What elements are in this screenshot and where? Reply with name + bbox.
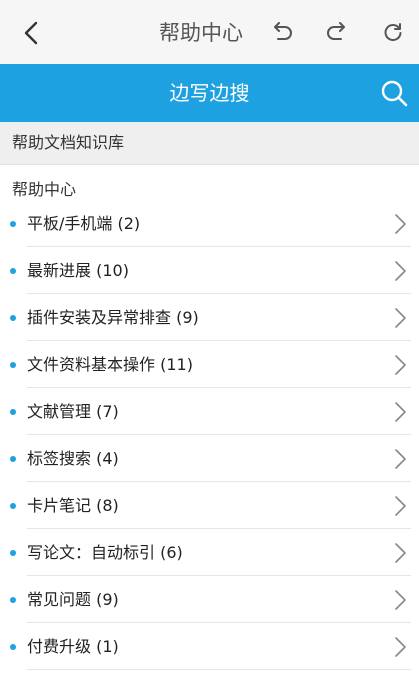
bullet-icon xyxy=(10,503,16,509)
bullet-icon xyxy=(10,362,16,368)
chevron-right-icon xyxy=(395,308,406,328)
bullet-icon xyxy=(10,315,16,321)
back-button[interactable] xyxy=(14,16,48,50)
list-item[interactable]: 常见问题 (9) xyxy=(0,576,419,623)
bullet-icon xyxy=(10,268,16,274)
list-item-label: 标签搜索 (4) xyxy=(27,449,119,468)
chevron-right-icon xyxy=(395,496,406,516)
undo-button[interactable] xyxy=(265,16,299,50)
chevron-right-icon xyxy=(395,402,406,422)
list-item[interactable]: 标签搜索 (4) xyxy=(0,435,419,482)
chevron-right-icon xyxy=(395,261,406,281)
list-item-label: 常见问题 (9) xyxy=(27,590,119,609)
section-title: 帮助文档知识库 xyxy=(12,133,125,152)
top-bar: 帮助中心 xyxy=(0,0,419,64)
search-icon xyxy=(381,80,408,107)
refresh-icon xyxy=(384,23,402,42)
list-item[interactable]: 文献管理 (7) xyxy=(0,388,419,435)
list-item-label: 卡片笔记 (8) xyxy=(27,496,119,515)
list-item-label: 插件安装及异常排查 (9) xyxy=(27,308,199,327)
list-item-label: 写论文：自动标引 (6) xyxy=(27,543,183,562)
list-item-label: 付费升级 (1) xyxy=(27,637,119,656)
chevron-right-icon xyxy=(395,637,406,657)
list-item-label: 文献管理 (7) xyxy=(27,402,119,421)
bullet-icon xyxy=(10,644,16,650)
bullet-icon xyxy=(10,221,16,227)
divider xyxy=(27,669,411,670)
group-title: 帮助中心 xyxy=(12,180,77,199)
undo-icon xyxy=(274,22,292,40)
help-topic-list: 平板/手机端 (2) 最新进展 (10) 插件安装及异常排查 (9) 文件资料基… xyxy=(0,200,419,670)
section-header: 帮助文档知识库 xyxy=(0,122,419,165)
search-bar[interactable]: 边写边搜 xyxy=(0,64,419,122)
bullet-icon xyxy=(10,597,16,603)
list-item[interactable]: 文件资料基本操作 (11) xyxy=(0,341,419,388)
chevron-right-icon xyxy=(395,355,406,375)
list-item[interactable]: 付费升级 (1) xyxy=(0,623,419,670)
list-item[interactable]: 写论文：自动标引 (6) xyxy=(0,529,419,576)
chevron-right-icon xyxy=(395,214,406,234)
list-item[interactable]: 平板/手机端 (2) xyxy=(0,200,419,247)
chevron-left-icon xyxy=(24,21,38,45)
list-item[interactable]: 最新进展 (10) xyxy=(0,247,419,294)
list-item-label: 最新进展 (10) xyxy=(27,261,129,280)
chevron-right-icon xyxy=(395,543,406,563)
bullet-icon xyxy=(10,456,16,462)
list-item[interactable]: 插件安装及异常排查 (9) xyxy=(0,294,419,341)
redo-button[interactable] xyxy=(320,16,354,50)
bullet-icon xyxy=(10,409,16,415)
chevron-right-icon xyxy=(395,449,406,469)
refresh-button[interactable] xyxy=(376,16,410,50)
page-title: 帮助中心 xyxy=(159,21,243,45)
bullet-icon xyxy=(10,550,16,556)
chevron-right-icon xyxy=(395,590,406,610)
redo-icon xyxy=(327,22,345,40)
list-item-label: 平板/手机端 (2) xyxy=(27,214,141,233)
search-button[interactable] xyxy=(377,76,411,110)
search-bar-label: 边写边搜 xyxy=(169,81,250,105)
list-item[interactable]: 卡片笔记 (8) xyxy=(0,482,419,529)
list-item-label: 文件资料基本操作 (11) xyxy=(27,355,193,374)
